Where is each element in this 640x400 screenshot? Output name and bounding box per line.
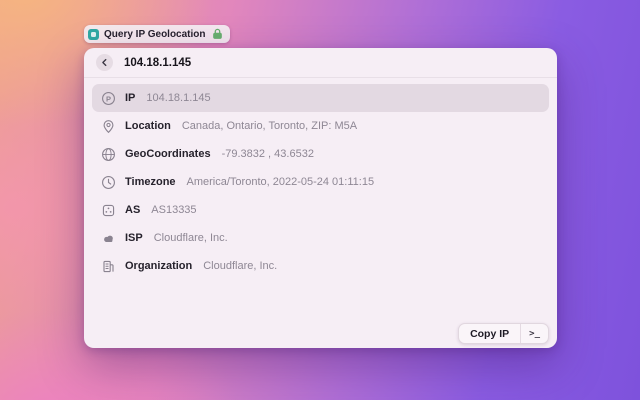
lock-icon — [211, 28, 224, 40]
location-pin-icon — [101, 119, 116, 134]
list-item-ip[interactable]: P IP 104.18.1.145 — [92, 84, 549, 112]
list-item-geocoordinates[interactable]: GeoCoordinates -79.3832 , 43.6532 — [92, 140, 549, 168]
list-item-as[interactable]: AS AS13335 — [92, 196, 549, 224]
search-header: 104.18.1.145 — [84, 48, 557, 78]
terminal-prompt-icon: >_ — [529, 329, 540, 339]
back-button[interactable] — [96, 54, 113, 71]
command-pill-title: Query IP Geolocation — [104, 29, 206, 40]
ip-icon: P — [101, 91, 116, 106]
actions-menu-button[interactable]: >_ — [521, 324, 548, 343]
building-icon — [101, 259, 116, 274]
network-icon — [101, 203, 116, 218]
list-item-location[interactable]: Location Canada, Ontario, Toronto, ZIP: … — [92, 112, 549, 140]
list-item-label: GeoCoordinates — [125, 148, 211, 160]
list-item-label: ISP — [125, 232, 143, 244]
list-item-value: -79.3832 , 43.6532 — [222, 148, 314, 160]
list-item-value: America/Toronto, 2022-05-24 01:11:15 — [187, 176, 375, 188]
list-item-isp[interactable]: ISP Cloudflare, Inc. — [92, 224, 549, 252]
list-item-value: Cloudflare, Inc. — [203, 260, 277, 272]
query-ip-geolocation-window: 104.18.1.145 P IP 104.18.1.145 Location … — [84, 48, 557, 348]
command-pill[interactable]: Query IP Geolocation — [84, 25, 230, 43]
svg-text:P: P — [106, 94, 111, 103]
list-item-label: Timezone — [125, 176, 176, 188]
list-item-value: 104.18.1.145 — [146, 92, 210, 104]
list-item-label: Organization — [125, 260, 192, 272]
list-item-value: AS13335 — [151, 204, 196, 216]
list-item-label: Location — [125, 120, 171, 132]
search-query: 104.18.1.145 — [124, 57, 191, 69]
list-item-value: Canada, Ontario, Toronto, ZIP: M5A — [182, 120, 357, 132]
list-item-timezone[interactable]: Timezone America/Toronto, 2022-05-24 01:… — [92, 168, 549, 196]
chevron-left-icon — [100, 58, 109, 67]
list-item-label: IP — [125, 92, 135, 104]
footer-actions: Copy IP >_ — [458, 323, 549, 344]
globe-icon — [101, 147, 116, 162]
cloud-icon — [101, 231, 116, 246]
clock-icon — [101, 175, 116, 190]
result-list: P IP 104.18.1.145 Location Canada, Ontar… — [84, 78, 557, 286]
copy-ip-button[interactable]: Copy IP — [459, 324, 520, 343]
list-item-value: Cloudflare, Inc. — [154, 232, 228, 244]
app-icon — [88, 29, 99, 40]
list-item-label: AS — [125, 204, 140, 216]
list-item-organization[interactable]: Organization Cloudflare, Inc. — [92, 252, 549, 280]
